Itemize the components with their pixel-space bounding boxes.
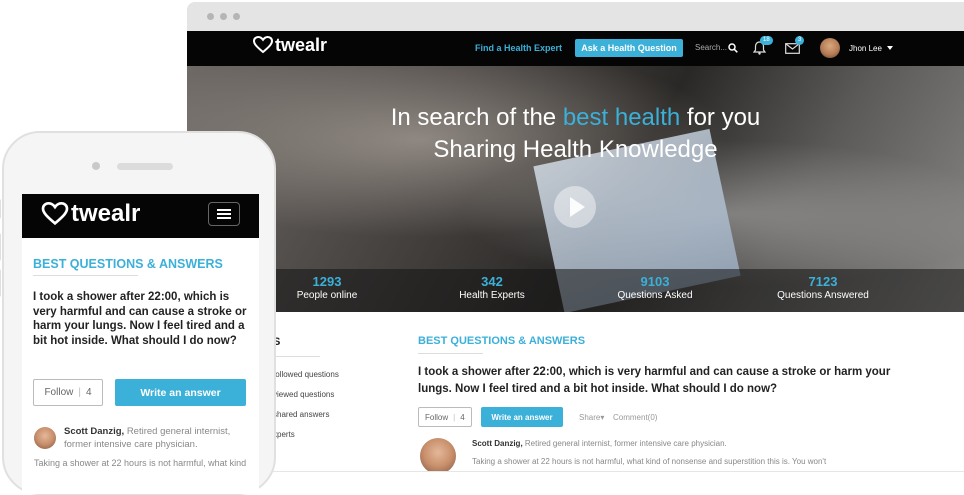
search-input[interactable]: Search... bbox=[695, 43, 727, 52]
browser-title-bar bbox=[187, 2, 964, 30]
mobile-brand-logo[interactable]: twealr bbox=[41, 201, 140, 227]
divider bbox=[418, 353, 483, 354]
mobile-brand-name: twealr bbox=[71, 200, 141, 227]
stat-label: Questions Answered bbox=[777, 290, 869, 301]
stat-questions-asked: 9103 Questions Asked bbox=[585, 274, 725, 303]
stat-health-experts: 342 Health Experts bbox=[422, 274, 562, 303]
follow-label: Follow bbox=[425, 412, 449, 422]
author-name[interactable]: Scott Danzig, bbox=[472, 439, 523, 448]
mobile-navigation-bar: twealr bbox=[22, 194, 259, 238]
comment-link[interactable]: Comment(0) bbox=[613, 413, 657, 422]
stat-value: 1293 bbox=[312, 274, 342, 289]
top-navigation-bar: twealr Find a Health Expert Ask a Health… bbox=[187, 31, 964, 66]
chevron-down-icon[interactable] bbox=[887, 46, 893, 50]
messages-badge: 3 bbox=[795, 36, 805, 45]
phone-speaker bbox=[117, 163, 173, 170]
stat-label: Questions Asked bbox=[617, 290, 693, 301]
stat-label: Health Experts bbox=[459, 290, 525, 301]
follow-count: 4 bbox=[460, 412, 465, 422]
window-dot bbox=[233, 13, 240, 20]
divider bbox=[33, 275, 138, 276]
hero-subheadline: Sharing Health Knowledge bbox=[433, 136, 718, 163]
stat-value: 7123 bbox=[808, 274, 838, 289]
mobile-author-info: Scott Danzig, Retired general internist,… bbox=[64, 426, 254, 451]
sidebar-item-experts[interactable]: xperts bbox=[273, 430, 295, 439]
stat-value: 342 bbox=[481, 274, 503, 289]
answer-excerpt: Taking a shower at 22 hours is not harmf… bbox=[472, 457, 827, 466]
stat-value: 9103 bbox=[640, 274, 670, 289]
stat-people-online: 1293 People online bbox=[257, 274, 397, 303]
hamburger-menu-icon[interactable] bbox=[208, 202, 240, 226]
phone-camera bbox=[92, 162, 100, 170]
notifications-badge: 18 bbox=[760, 36, 773, 45]
sidebar-item-shared[interactable]: shared answers bbox=[273, 410, 329, 419]
mobile-question-text[interactable]: I took a shower after 22:00, which is ve… bbox=[33, 290, 249, 348]
phone-side-button bbox=[0, 199, 1, 219]
heart-bubble-icon bbox=[253, 36, 273, 54]
sidebar-item-viewed[interactable]: viewed questions bbox=[273, 390, 334, 399]
window-dot bbox=[207, 13, 214, 20]
author-role: Retired general internist, former intens… bbox=[524, 439, 727, 448]
mobile-screen: twealr BEST QUESTIONS & ANSWERS I took a… bbox=[22, 194, 259, 494]
ask-health-question-button[interactable]: Ask a Health Question bbox=[575, 39, 683, 57]
desktop-site: twealr Find a Health Expert Ask a Health… bbox=[187, 31, 964, 471]
search-icon[interactable] bbox=[728, 43, 738, 53]
mobile-author-avatar bbox=[34, 427, 56, 449]
section-title: BEST QUESTIONS & ANSWERS bbox=[418, 335, 586, 347]
hero-headline: In search of the best health for you Sha… bbox=[187, 102, 964, 166]
brand-name: twealr bbox=[275, 35, 328, 55]
follow-label: Follow bbox=[44, 387, 74, 398]
hero-banner: In search of the best health for you Sha… bbox=[187, 66, 964, 312]
mobile-phone-frame: twealr BEST QUESTIONS & ANSWERS I took a… bbox=[0, 131, 276, 495]
play-video-icon[interactable] bbox=[554, 186, 596, 228]
mobile-section-title: BEST QUESTIONS & ANSWERS bbox=[33, 257, 223, 271]
stat-questions-answered: 7123 Questions Answered bbox=[753, 274, 893, 303]
author-avatar bbox=[420, 438, 456, 471]
user-name[interactable]: Jhon Lee bbox=[849, 44, 882, 53]
stat-label: People online bbox=[296, 290, 358, 301]
hero-headline-start: In search of the bbox=[390, 104, 563, 131]
share-button[interactable]: Share▾ bbox=[579, 413, 604, 422]
window-dot bbox=[220, 13, 227, 20]
user-avatar[interactable] bbox=[820, 38, 840, 58]
hero-headline-end: for you bbox=[680, 104, 761, 131]
write-answer-button[interactable]: Write an answer bbox=[481, 407, 563, 427]
phone-side-button bbox=[0, 233, 1, 261]
author-name[interactable]: Scott Danzig, bbox=[64, 426, 124, 437]
brand-logo[interactable]: twealr bbox=[253, 35, 327, 55]
question-text[interactable]: I took a shower after 22:00, which is ve… bbox=[418, 364, 898, 398]
phone-side-button bbox=[0, 269, 1, 297]
follow-count: 4 bbox=[85, 387, 92, 398]
find-health-expert-link[interactable]: Find a Health Expert bbox=[475, 43, 562, 53]
main-content: DS followed questions viewed questions s… bbox=[187, 312, 964, 471]
desktop-browser-window: twealr Find a Health Expert Ask a Health… bbox=[187, 2, 964, 472]
heart-bubble-icon bbox=[41, 202, 69, 226]
hero-headline-accent: best health bbox=[562, 104, 681, 131]
sidebar-item-followed[interactable]: followed questions bbox=[273, 370, 339, 379]
mobile-write-answer-button[interactable]: Write an answer bbox=[115, 379, 246, 406]
stats-bar: 1293 People online 342 Health Experts 91… bbox=[187, 269, 964, 312]
author-info: Scott Danzig, Retired general internist,… bbox=[472, 439, 727, 448]
follow-button[interactable]: Follow | 4 bbox=[418, 407, 472, 427]
mobile-answer-excerpt: Taking a shower at 22 hours is not harmf… bbox=[34, 458, 247, 468]
mobile-follow-button[interactable]: Follow | 4 bbox=[33, 379, 103, 406]
